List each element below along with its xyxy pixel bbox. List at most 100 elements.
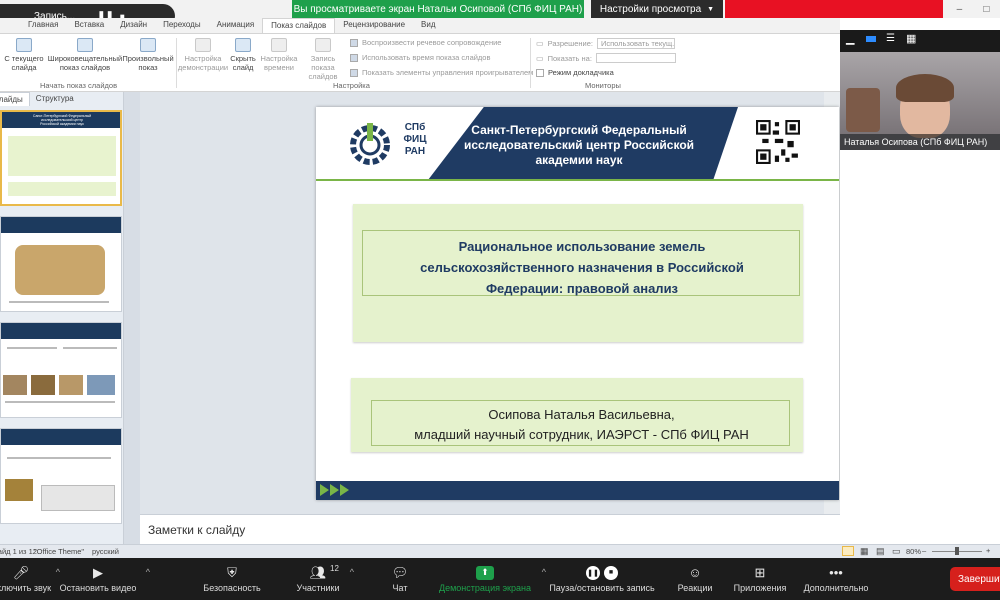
minimize-icon[interactable]: – [957,4,963,15]
tab-home[interactable]: Главная [20,18,66,33]
group-start-slideshow-label: Начать показ слайдов [40,81,118,90]
show-on-label: Показать на: [547,53,592,63]
from-current-slide-label: С текущего слайда [4,54,44,72]
ribbon-separator [530,38,531,88]
show-on-dropdown[interactable] [595,53,676,63]
slide-header-title: Санкт-Петербургский Федеральный исследов… [463,123,695,167]
security-button[interactable]: ⛨ Безопасность [200,558,264,600]
chevron-up-icon[interactable]: ^ [350,567,354,577]
ribbon-tabs: Главная Вставка Дизайн Переходы Анимация… [0,18,840,34]
apps-button[interactable]: ⊞ Приложения [732,558,788,600]
share-border-strip [725,0,943,18]
zoom-in-icon[interactable]: + [986,546,990,555]
unmute-button[interactable]: 🎤︎ Включить звук ^ [0,558,60,600]
video-camera-icon: ▶︎ [93,564,103,580]
use-timings-checkbox[interactable]: Использовать время показа слайдов [350,53,490,62]
participant-video[interactable]: ▁ ☰ ▦ Наталья Осипова (СПб ФИЦ РАН) [840,30,1000,150]
from-current-slide-button[interactable]: С текущего слайда [4,38,44,72]
slide-counter: Слайд 1 из 12 [0,547,37,556]
slide-sorter-icon[interactable]: ▦ [860,546,869,557]
slide-thumbnail[interactable] [0,216,122,312]
rehearse-timings-button[interactable]: Настройка времени [260,38,298,72]
end-meeting-label: Завершить [958,573,1000,585]
logo-text: СПб ФИЦ РАН [403,122,427,157]
hide-slide-label: Скрыть слайд [230,54,256,72]
show-controls-checkbox[interactable]: Показать элементы управления проигрывате… [350,68,533,77]
tab-view[interactable]: Вид [413,18,443,33]
chevron-right-icon [340,484,349,496]
zoom-slider-thumb[interactable] [955,547,959,555]
notes-pane[interactable]: Заметки к слайду [140,514,840,544]
share-screen-button[interactable]: ⬆ Демонстрация экрана ^ [436,558,546,600]
custom-slideshow-button[interactable]: Произвольный показ [122,38,174,72]
presentation-title: Рациональное использование земель сельск… [363,236,801,299]
reading-view-icon[interactable]: ▤ [876,546,885,557]
slideshow-icon [16,38,32,52]
hide-slide-icon [235,38,251,52]
chevron-right-icon [320,484,329,496]
field-photo [59,375,83,395]
tab-transitions[interactable]: Переходы [155,18,209,33]
title-box[interactable]: Рациональное использование земель сельск… [353,204,803,342]
chat-bubble-icon: 💬︎ [391,564,409,580]
slide-thumbnail[interactable] [0,322,122,418]
reactions-button[interactable]: ☺ Реакции [676,558,714,600]
slide-thumbnail[interactable]: Санкт-Петербургский Федеральный исследов… [0,110,122,206]
microphone-icon: 🎤︎ [12,564,30,580]
view-options-button[interactable]: Настройки просмотра ▼ [591,0,723,18]
speaker-view-icon[interactable] [866,36,876,42]
maximize-icon[interactable]: □ [983,4,989,15]
checkbox-checked-icon [350,38,358,47]
setup-icon [195,38,211,52]
language-indicator[interactable]: русский [92,547,119,556]
zoom-out-icon[interactable]: – [922,546,926,555]
view-options-label: Настройки просмотра [599,3,702,15]
stop-video-label: Остановить видео [59,582,137,593]
custom-slideshow-label: Произвольный показ [122,54,174,72]
resolution-dropdown[interactable]: Использовать текущ... [596,38,675,49]
tab-design[interactable]: Дизайн [112,18,155,33]
checkbox-checked-icon [350,68,358,77]
rehearse-timings-label: Настройка времени [260,54,298,72]
title-line: Федерации: правовой анализ [485,281,679,296]
tab-review[interactable]: Рецензирование [335,18,413,33]
header-accent-line [316,179,839,181]
tab-insert[interactable]: Вставка [66,18,112,33]
zoom-level[interactable]: 80% [906,547,921,556]
title-line: Рациональное использование земель [458,239,706,254]
author-name: Осипова Наталья Васильевна, [488,407,675,422]
resolution-field: ▭ Разрешение: Использовать текущ... [536,38,675,49]
setup-show-button[interactable]: Настройка демонстрации [178,38,228,72]
presenter-view-checkbox[interactable]: Режим докладчика [536,68,614,77]
minimize-video-icon[interactable]: ▁ [846,32,854,45]
title-line: сельскохозяйственного назначения в Росси… [420,260,744,275]
end-meeting-button[interactable]: Завершить [950,567,1000,591]
slideshow-view-icon[interactable]: ▭ [892,546,901,557]
tab-slides[interactable]: Слайды [0,92,30,106]
broadcast-slideshow-button[interactable]: Широковещательный показ слайдов [48,38,122,72]
grid-view-icon[interactable]: ▦ [906,32,916,45]
gallery-strip-icon[interactable]: ☰ [886,33,895,44]
current-slide[interactable]: СПб ФИЦ РАН Санкт-Петербургский Федераль… [316,107,839,500]
chat-button[interactable]: 💬︎ Чат [388,558,412,600]
people-icon: 👥︎ [309,564,327,580]
pause-stop-recording-button[interactable]: ❚❚ ■ Пауза/остановить запись [546,558,658,600]
thumbnail-table [41,485,115,511]
tab-outline[interactable]: Структура [30,92,80,106]
thumbnail-header: Санкт-Петербургский Федеральный исследов… [2,112,120,128]
hide-slide-button[interactable]: Скрыть слайд [228,38,258,72]
show-controls-label: Показать элементы управления проигрывате… [362,68,534,77]
stop-video-button[interactable]: ▶︎ Остановить видео ^ [58,558,150,600]
more-button[interactable]: ••• Дополнительно [802,558,870,600]
record-slideshow-button[interactable]: Запись показа слайдов [300,38,346,81]
tab-slideshow[interactable]: Показ слайдов [262,18,336,33]
chevron-up-icon[interactable]: ^ [146,567,150,577]
record-slideshow-label: Запись показа слайдов [308,54,338,81]
narration-checkbox[interactable]: Воспроизвести речевое сопровождение [350,38,501,47]
participants-button[interactable]: 👥︎ Участники 12 ^ [294,558,355,600]
more-dots-icon: ••• [829,565,843,580]
slide-thumbnail[interactable] [0,428,122,524]
tab-animations[interactable]: Анимация [209,18,263,33]
author-box[interactable]: Осипова Наталья Васильевна, младший науч… [351,378,803,452]
normal-view-icon[interactable] [842,546,854,556]
